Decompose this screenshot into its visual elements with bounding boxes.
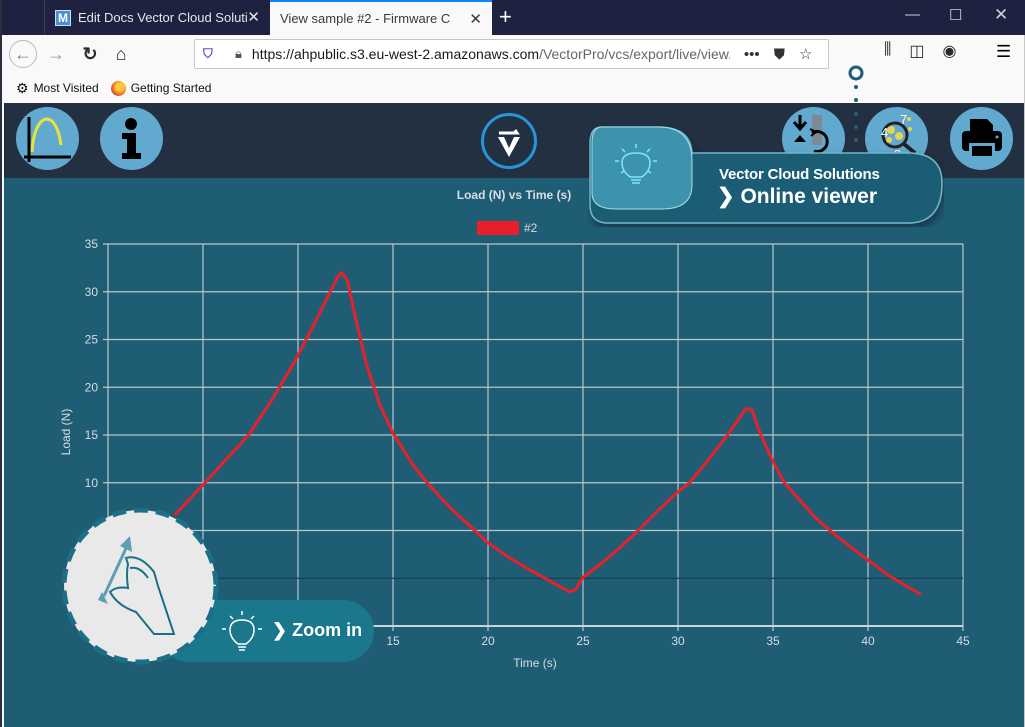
maximize-button[interactable]: ☐ [949, 6, 962, 24]
legend-label[interactable]: #2 [524, 221, 538, 235]
print-button[interactable] [950, 107, 1013, 170]
banner-title[interactable]: ❯ Online viewer [717, 184, 877, 209]
gear-icon: ⚙ [16, 79, 29, 96]
x-tick-label: 40 [861, 634, 875, 648]
url-text[interactable]: https://ahpublic.s3.eu-west-2.amazonaws.… [252, 46, 730, 62]
zoom-hint[interactable] [58, 508, 378, 668]
x-tick-label: 45 [956, 634, 970, 648]
x-tick-label: 30 [671, 634, 685, 648]
minimize-button[interactable]: — [905, 6, 920, 23]
navigation-toolbar: ← → ↻ ⌂ ⛉ 🔒︎ https://ahpublic.s3.eu-west… [4, 35, 1024, 73]
library-icon[interactable]: ⫼ [884, 41, 891, 61]
printer-icon [962, 119, 1002, 159]
firefox-icon [110, 80, 126, 96]
vector-logo [481, 113, 537, 169]
x-tick-label: 25 [576, 634, 590, 648]
lock-icon[interactable]: 🔒︎ [235, 46, 242, 62]
back-button[interactable]: ← [9, 40, 37, 68]
y-tick-label: 20 [85, 380, 99, 394]
x-tick-label: 20 [481, 634, 495, 648]
tab-edit-docs[interactable]: M Edit Docs Vector Cloud Solutions ✕ [44, 0, 270, 35]
reload-button[interactable]: ↻ [76, 40, 104, 68]
y-tick-label: 15 [85, 428, 99, 442]
legend-swatch[interactable] [477, 221, 519, 235]
info-icon [122, 118, 141, 159]
sidebar-icon[interactable]: ◫ [909, 41, 924, 61]
url-bar[interactable]: ⛉ 🔒︎ https://ahpublic.s3.eu-west-2.amazo… [194, 39, 829, 69]
y-axis-label: Load (N) [59, 409, 73, 456]
chart-title: Load (N) vs Time (s) [457, 188, 571, 202]
browser-window: M Edit Docs Vector Cloud Solutions ✕ Vie… [0, 0, 1025, 727]
graph-button[interactable] [16, 107, 79, 170]
hamburger-menu-icon[interactable]: ☰ [996, 42, 1011, 62]
docs-favicon-icon: M [55, 9, 71, 26]
chevron-right-icon: ❯ [717, 185, 741, 208]
bookmark-most-visited[interactable]: ⚙ Most Visited [16, 80, 99, 97]
vector-v-icon [498, 129, 520, 157]
bookmark-label: Most Visited [33, 81, 99, 95]
tab-bar: M Edit Docs Vector Cloud Solutions ✕ Vie… [2, 0, 1025, 35]
forward-button[interactable]: → [42, 40, 70, 68]
x-tick-label: 35 [766, 634, 780, 648]
y-tick-label: 30 [85, 285, 99, 299]
home-button[interactable]: ⌂ [107, 40, 135, 68]
new-tab-button[interactable]: + [499, 4, 512, 30]
tab-view-sample[interactable]: View sample #2 - Firmware Compatibility … [270, 0, 492, 35]
bookmark-label: Getting Started [130, 81, 212, 95]
x-axis-label: Time (s) [513, 656, 557, 670]
close-tab-icon[interactable]: ✕ [469, 10, 482, 28]
x-tick-label: 15 [386, 634, 400, 648]
tracking-shield-icon[interactable]: ⛉ [203, 46, 217, 62]
zoom-in-button[interactable]: ❯ Zoom in [272, 620, 362, 641]
y-tick-label: 10 [85, 476, 99, 490]
bookmark-star-icon[interactable]: ☆ [799, 45, 812, 63]
info-button[interactable] [100, 107, 163, 170]
banner-title-text: Online viewer [740, 185, 877, 208]
y-tick-label: 35 [85, 237, 99, 251]
curve-graph-icon [24, 117, 71, 162]
close-tab-icon[interactable]: ✕ [247, 8, 260, 26]
account-icon[interactable]: ◉ [943, 41, 957, 61]
banner-company: Vector Cloud Solutions [719, 166, 880, 183]
page-actions-button[interactable]: ••• [744, 46, 760, 63]
pocket-icon[interactable]: ⛊ [774, 46, 785, 63]
bookmarks-toolbar: ⚙ Most Visited Getting Started [4, 73, 1024, 103]
tab-title: Edit Docs Vector Cloud Solutions [78, 10, 248, 25]
bookmark-getting-started[interactable]: Getting Started [110, 80, 212, 96]
chevron-right-icon: ❯ [272, 620, 293, 640]
tab-title: View sample #2 - Firmware Compatibility [280, 11, 450, 26]
close-window-button[interactable]: ✕ [994, 5, 1008, 25]
y-tick-label: 25 [85, 333, 99, 347]
zoom-in-label: Zoom in [292, 620, 363, 640]
